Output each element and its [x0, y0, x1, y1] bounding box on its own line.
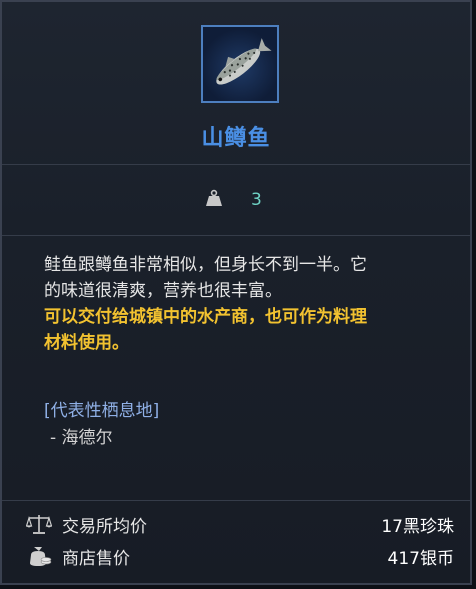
scale-icon [26, 515, 52, 534]
trout-fish-icon [216, 38, 272, 85]
price-footer: 交易所均价 17黑珍珠 商店售价 417银币 [2, 500, 470, 586]
shop-price-value: 417银币 [387, 549, 454, 569]
item-description: 鲑鱼跟鳟鱼非常相似，但身长不到一半。它 的味道很清爽，营养也很丰富。 可以交付给… [44, 252, 444, 356]
market-price-value: 17黑珍珠 [381, 517, 454, 537]
market-price-row: 交易所均价 17黑珍珠 [2, 509, 470, 539]
money-bag-icon [30, 547, 52, 566]
weight-icon [206, 189, 222, 206]
weight-value: 3 [251, 190, 262, 210]
item-name: 山鳟鱼 [201, 126, 271, 151]
item-tooltip: 山鳟鱼 3 鲑鱼跟鳟鱼非常相似，但身长不到一半。它 的味道很清爽，营养也很丰富。… [0, 0, 472, 585]
tooltip-header: 山鳟鱼 [2, 2, 470, 165]
shop-price-label: 商店售价 [62, 549, 130, 569]
description-line: 的味道很清爽，营养也很丰富。 [44, 281, 282, 301]
description-line: 鲑鱼跟鳟鱼非常相似，但身长不到一半。它 [44, 255, 367, 275]
description-highlight-line: 可以交付给城镇中的水产商，也可作为料理 [44, 307, 367, 327]
item-icon-frame [201, 25, 279, 103]
weight-row: 3 [2, 164, 470, 236]
market-price-label: 交易所均价 [62, 517, 147, 537]
habitat-item: - 海德尔 [50, 428, 113, 448]
description-highlight-line: 材料使用。 [44, 333, 129, 353]
shop-price-row: 商店售价 417银币 [2, 541, 470, 571]
habitat-title: [代表性栖息地] [44, 401, 160, 421]
